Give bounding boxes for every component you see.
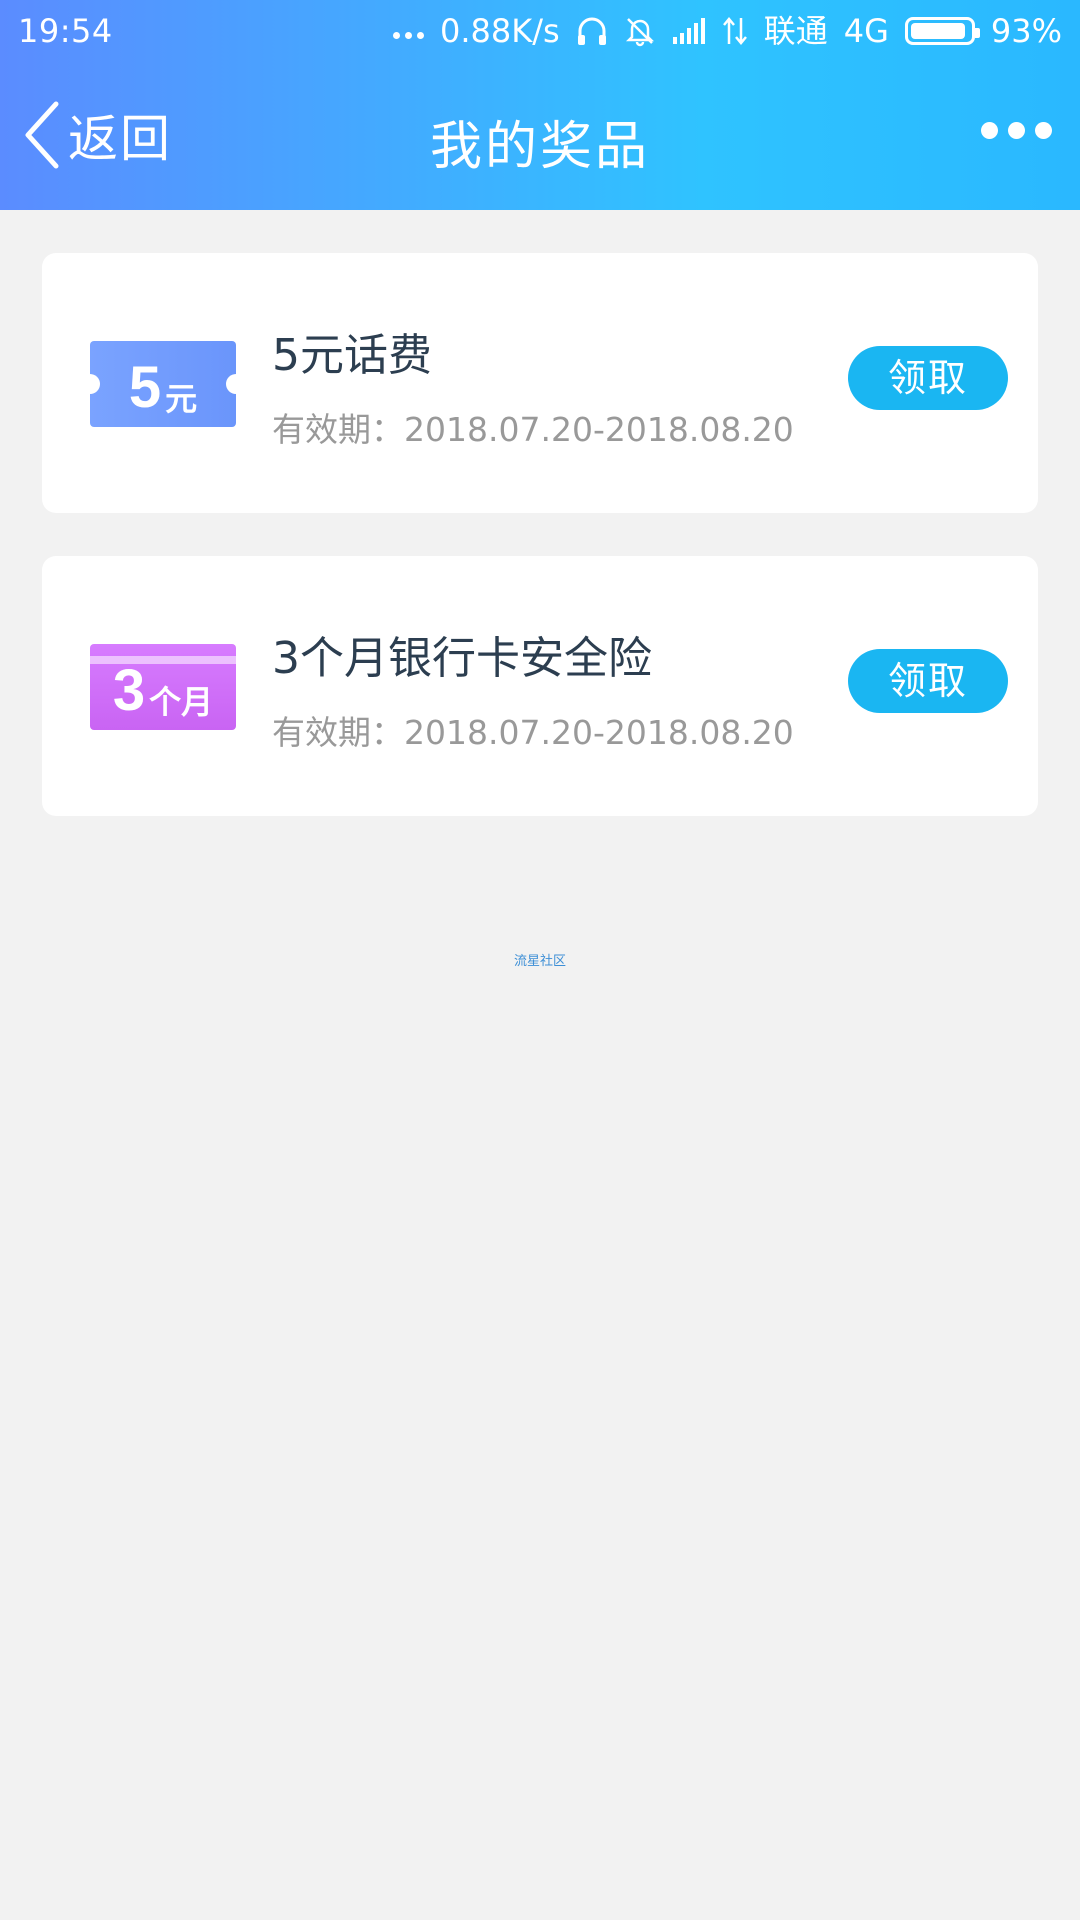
status-time: 19:54 [18, 12, 113, 50]
coupon-amount: 3 [112, 658, 146, 723]
more-dot-icon [1035, 122, 1052, 139]
headphone-icon [577, 17, 606, 45]
mute-bell-icon [625, 18, 654, 47]
more-options-button[interactable] [981, 122, 1052, 139]
claim-button[interactable]: 领取 [848, 346, 1008, 410]
prize-card: 3 个月 3个月银行卡安全险 有效期：2018.07.20-2018.08.20… [42, 556, 1038, 816]
page-title: 我的奖品 [429, 117, 650, 177]
claim-button[interactable]: 领取 [848, 649, 1008, 713]
signal-icon [672, 18, 705, 44]
prize-validity: 有效期：2018.07.20-2018.08.20 [272, 713, 794, 752]
more-dot-icon [981, 122, 998, 139]
status-bar: 19:54 0.88K/s 联通 4G 93% [0, 0, 1080, 62]
battery-percent: 93% [990, 12, 1062, 50]
coupon-amount: 5 [128, 355, 162, 420]
nav-bar: 返回 我的奖品 [0, 62, 1080, 210]
prize-card: 5 元 5元话费 有效期：2018.07.20-2018.08.20 领取 [42, 253, 1038, 513]
prize-validity: 有效期：2018.07.20-2018.08.20 [272, 410, 794, 449]
prize-name: 5元话费 [272, 330, 432, 381]
battery-icon [904, 17, 980, 45]
carrier-name: 联通 [763, 12, 828, 50]
network-type: 4G [843, 12, 889, 50]
card-ticket-icon: 3 个月 [90, 644, 236, 730]
prize-name: 3个月银行卡安全险 [272, 633, 652, 684]
card-stripe [90, 656, 236, 664]
coupon-ticket-icon: 5 元 [90, 341, 236, 427]
app-header: 19:54 0.88K/s 联通 4G 93% 返回 我的奖品 [0, 0, 1080, 210]
data-transfer-icon [722, 17, 747, 45]
more-notifications-icon [393, 31, 425, 39]
watermark: 流星社区 [513, 954, 566, 969]
network-speed: 0.88K/s [440, 12, 560, 50]
status-icons: 0.88K/s 联通 4G 93% [393, 0, 1062, 62]
more-dot-icon [1008, 122, 1025, 139]
coupon-unit: 元 [165, 380, 198, 418]
coupon-unit: 个月 [149, 683, 214, 721]
battery-fill [910, 23, 965, 39]
